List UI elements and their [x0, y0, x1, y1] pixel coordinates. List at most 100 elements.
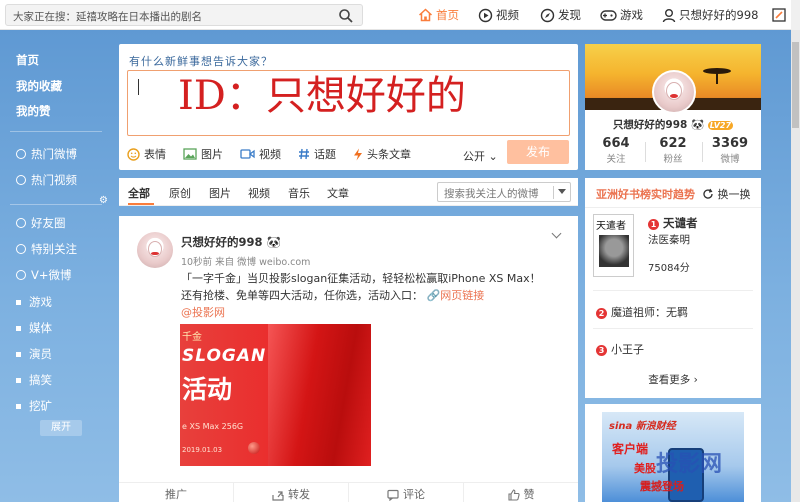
sidebar-item-likes[interactable]: 我的赞 [16, 103, 51, 119]
stat-following[interactable]: 664 关注 [587, 136, 645, 165]
ad-line-3: 震撼登场 [640, 480, 684, 493]
repost-icon [272, 490, 284, 501]
sidebar-item-favorites[interactable]: 我的收藏 [16, 78, 62, 94]
nav-game[interactable]: 游戏 [600, 0, 643, 30]
sidebar-item-special-follow[interactable]: 特别关注 [16, 241, 77, 257]
edit-pencil-icon[interactable] [772, 8, 786, 22]
tab-images[interactable]: 图片 [209, 185, 231, 201]
stat-posts-label: 微博 [720, 154, 740, 165]
sidebar-item-hot-video[interactable]: 热门视频 [16, 172, 77, 188]
stat-fans[interactable]: 622 粉丝 [644, 136, 702, 165]
scrollbar-thumb[interactable] [792, 42, 799, 128]
thumbs-up-icon [507, 488, 520, 501]
emoji-button[interactable]: 表情 [127, 146, 166, 162]
ad-brand: sina 新浪财经 [609, 421, 676, 432]
sidebar-item-hot-weibo[interactable]: 热门微博 [16, 146, 77, 162]
text-cursor [138, 79, 139, 95]
topic-label: 话题 [314, 148, 336, 161]
sidebar-item-home[interactable]: 首页 [16, 52, 39, 68]
image-button[interactable]: 图片 [183, 146, 223, 162]
web-link[interactable]: 🔗网页链接 [427, 289, 485, 302]
nav-user[interactable]: 只想好好的998 [662, 0, 758, 30]
comment-icon [387, 489, 399, 501]
trending-item-1[interactable]: 1 天谴者 [648, 215, 698, 231]
view-more-label: 查看更多 [648, 374, 691, 386]
post-author[interactable]: 只想好好的998 🐼 [181, 234, 281, 250]
mention-link[interactable]: @投影网 [181, 304, 571, 321]
trending-divider [585, 207, 761, 208]
dropdown-arrow-icon[interactable] [558, 189, 566, 194]
sidebar-item-label: 游戏 [29, 295, 52, 309]
tab-original[interactable]: 原创 [169, 185, 191, 201]
fire-icon [16, 149, 26, 159]
sidebar-item-actors[interactable]: 演员 [16, 346, 52, 362]
stat-following-num: 664 [602, 136, 630, 151]
sidebar-item-funny[interactable]: 搞笑 [16, 372, 52, 388]
topic-button[interactable]: 话题 [298, 146, 336, 162]
like-label: 赞 [523, 487, 535, 501]
web-link-label: 网页链接 [440, 289, 485, 302]
sidebar-item-mining[interactable]: 挖矿 [16, 398, 52, 414]
trending-item-2-title: 魔道祖师：无羁 [611, 306, 688, 319]
chevron-down-icon[interactable] [551, 228, 562, 239]
post-author-name: 只想好好的998 [181, 235, 263, 249]
refresh-button[interactable]: 换一换 [702, 186, 751, 202]
tab-all[interactable]: 全部 [128, 185, 150, 201]
vplus-icon [16, 270, 26, 280]
trending-item-1-author: 法医秦明 [648, 234, 690, 246]
bullet-icon [16, 377, 21, 383]
trending-item-2[interactable]: 2 魔道祖师：无羁 [596, 304, 688, 320]
nav-video-label: 视频 [496, 8, 519, 22]
composer-textarea[interactable]: ID：只想好好的 [127, 70, 570, 136]
bullet-icon [16, 403, 21, 409]
profile-avatar[interactable] [652, 70, 696, 114]
stat-posts[interactable]: 3369 微博 [701, 136, 759, 165]
profile-name[interactable]: 只想好好的998 🐼 LV27 [585, 117, 761, 132]
trending-panel: 亚洲好书榜实时趋势 换一换 天遣者 1 天谴者 法医秦明 75084分 2 魔道祖师… [585, 178, 761, 398]
ad-line-1: 客户端 [612, 442, 649, 456]
sidebar-item-media[interactable]: 媒体 [16, 320, 52, 336]
tab-videos[interactable]: 视频 [248, 185, 270, 201]
scrollbar-top [791, 0, 800, 30]
sidebar-item-label: 我的赞 [16, 104, 51, 118]
feed-search-divider [553, 186, 554, 199]
nav-discover[interactable]: 发现 [540, 0, 581, 30]
avatar[interactable] [137, 232, 173, 268]
comment-button[interactable]: 评论 [349, 483, 464, 502]
search-input[interactable]: 大家正在搜：延禧攻略在日本播出的剧名 [5, 4, 363, 26]
like-button[interactable]: 赞 [464, 483, 578, 502]
promote-button[interactable]: 推广 [119, 483, 234, 502]
sidebar-item-label: 特别关注 [31, 242, 77, 256]
book-cover-portrait [599, 235, 629, 267]
post-image[interactable]: 千金 SLOGAN 活动 e XS Max 256G 2019.01.03 [180, 324, 371, 466]
trending-item-1-score: 75084分 [648, 263, 690, 274]
sidebar-expand-button[interactable]: 展开 [40, 420, 82, 436]
rank-badge: 2 [596, 308, 607, 319]
video-button[interactable]: 视频 [240, 146, 281, 162]
site-watermark: 投影网 [656, 452, 723, 477]
book-cover-image[interactable]: 天遣者 [593, 214, 634, 277]
sidebar-item-vplus[interactable]: V+微博 [16, 267, 72, 283]
nav-user-label: 只想好好的998 [679, 8, 759, 22]
visibility-select[interactable]: 公开 ⌄ [463, 148, 498, 164]
image-text-prize: e XS Max 256G [182, 422, 244, 431]
nav-video[interactable]: 视频 [478, 0, 519, 30]
star-icon [16, 244, 26, 254]
trending-title: 亚洲好书榜实时趋势 [596, 188, 695, 201]
nav-home[interactable]: 首页 [418, 0, 459, 30]
search-icon[interactable] [338, 8, 354, 24]
image-icon [183, 148, 197, 160]
trending-item-1-title: 天谴者 [663, 216, 698, 230]
feed-search-input[interactable]: 搜索我关注人的微博 [437, 182, 571, 202]
repost-button[interactable]: 转发 [234, 483, 349, 502]
post-button[interactable]: 发布 [507, 140, 569, 164]
article-button[interactable]: 头条文章 [353, 146, 411, 162]
view-more-link[interactable]: 查看更多 › [585, 372, 761, 387]
trending-item-3[interactable]: 3 小王子 [596, 341, 644, 357]
tree-trunk-graphic [716, 72, 718, 84]
lightning-icon [354, 148, 362, 160]
tab-articles[interactable]: 文章 [327, 185, 349, 201]
sidebar-item-friends[interactable]: 好友圈 [16, 215, 66, 231]
sidebar-item-games[interactable]: 游戏 [16, 294, 52, 310]
tab-music[interactable]: 音乐 [288, 185, 310, 201]
